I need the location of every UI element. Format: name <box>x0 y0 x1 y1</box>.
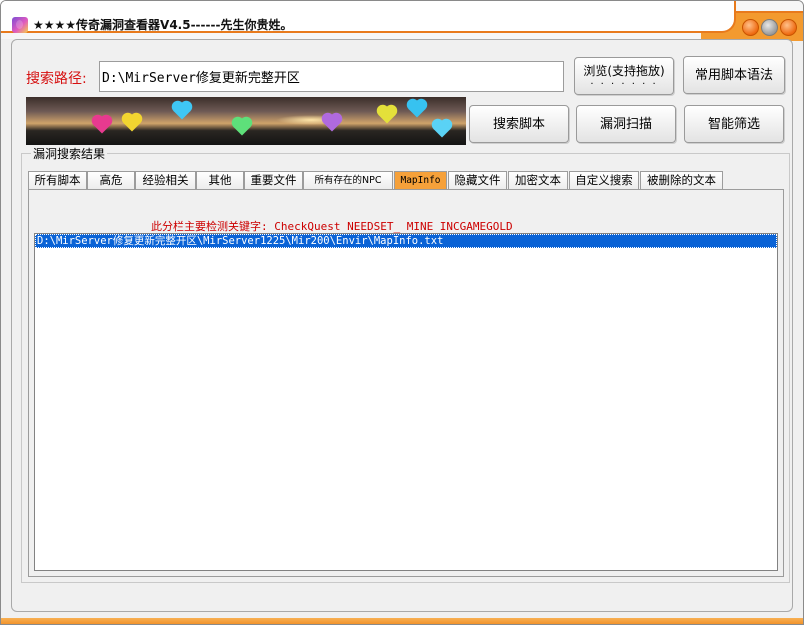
tab-experience[interactable]: 经验相关 <box>135 171 196 189</box>
tab-other[interactable]: 其他 <box>196 171 244 189</box>
close-icon[interactable] <box>780 19 797 36</box>
browse-button[interactable]: 浏览(支持拖放) · · · · · · · <box>574 57 674 95</box>
browse-button-dots: · · · · · · · <box>590 78 658 90</box>
heart-icon <box>93 116 111 134</box>
tab-hidden-files[interactable]: 隐藏文件 <box>448 171 507 189</box>
tab-custom-search[interactable]: 自定义搜索 <box>569 171 639 189</box>
heart-icon <box>378 106 396 124</box>
bottom-accent-strip <box>1 618 803 624</box>
browse-button-label: 浏览(支持拖放) <box>583 63 665 78</box>
heart-icon <box>433 120 451 138</box>
script-syntax-button[interactable]: 常用脚本语法 <box>683 56 785 94</box>
window-title: ★★★★传奇漏洞查看器V4.5------先生你贵姓。 <box>33 18 293 32</box>
heart-icon <box>323 114 341 132</box>
title-bar[interactable]: ★★★★传奇漏洞查看器V4.5------先生你贵姓。 <box>1 1 803 41</box>
heart-icon <box>123 114 141 132</box>
heart-icon <box>233 118 251 136</box>
heart-icon <box>173 102 191 120</box>
tab-all-npc[interactable]: 所有存在的NPC <box>303 171 393 189</box>
maximize-icon[interactable] <box>761 19 778 36</box>
list-item[interactable]: D:\MirServer修复更新完整开区\MirServer1225\Mir20… <box>35 234 777 248</box>
tab-encrypted-text[interactable]: 加密文本 <box>508 171 568 189</box>
app-icon <box>12 17 28 33</box>
tab-deleted-text[interactable]: 被删除的文本 <box>640 171 723 189</box>
search-path-label: 搜索路径: <box>26 71 87 87</box>
tab-all-scripts[interactable]: 所有脚本 <box>28 171 87 189</box>
results-group-label: 漏洞搜索结果 <box>31 145 108 162</box>
search-path-input[interactable] <box>99 61 564 92</box>
tab-important-files[interactable]: 重要文件 <box>244 171 303 189</box>
tab-high-risk[interactable]: 高危 <box>87 171 135 189</box>
vulnerability-scan-button[interactable]: 漏洞扫描 <box>576 105 676 143</box>
app-window: ★★★★传奇漏洞查看器V4.5------先生你贵姓。 搜索路径: 浏览(支持拖… <box>0 0 804 625</box>
tab-mapinfo[interactable]: MapInfo <box>394 171 447 189</box>
results-list[interactable] <box>34 233 778 571</box>
search-script-button[interactable]: 搜索脚本 <box>469 105 569 143</box>
heart-icon <box>408 100 426 118</box>
minimize-icon[interactable] <box>742 19 759 36</box>
keyword-hint-text: 此分栏主要检测关键字: CheckQuest NEEDSET_ MINE INC… <box>151 220 513 233</box>
smart-filter-button[interactable]: 智能筛选 <box>684 105 784 143</box>
banner-image <box>26 97 466 145</box>
